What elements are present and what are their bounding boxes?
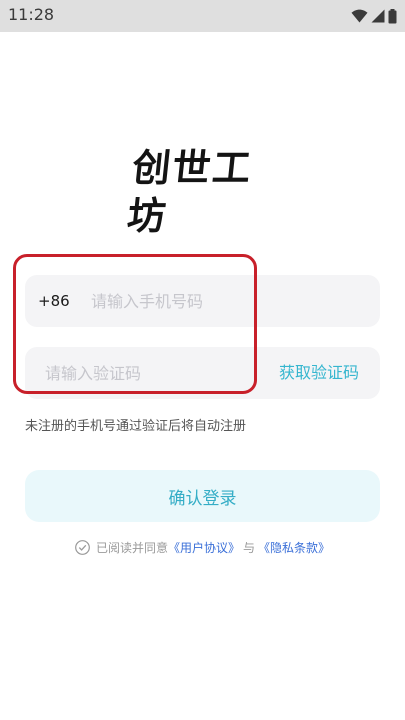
agreement-prefix: 已阅读并同意 [95, 540, 168, 555]
privacy-policy-link[interactable]: 《隐私条款》 [258, 539, 330, 556]
status-icons [351, 8, 397, 24]
agreement-checkbox-icon[interactable] [75, 539, 90, 555]
status-time: 11:28 [8, 5, 55, 24]
get-code-button[interactable]: 获取验证码 [279, 347, 359, 399]
status-bar: 11:28 [0, 0, 405, 32]
phone-input[interactable] [91, 275, 361, 327]
logo-text: 创世工坊 [125, 146, 255, 238]
phone-field: +86 [25, 275, 380, 327]
country-code[interactable]: +86 [38, 275, 70, 327]
login-button-label: 确认登录 [168, 488, 237, 509]
cellular-signal-icon [371, 9, 385, 23]
agreement-separator: 与 [243, 540, 256, 555]
verification-code-input[interactable] [45, 347, 255, 399]
login-button[interactable]: 确认登录 [25, 470, 380, 522]
battery-icon [388, 8, 397, 24]
auto-register-hint: 未注册的手机号通过验证后将自动注册 [25, 419, 247, 434]
agreement-row: 已阅读并同意 《用户协议》 与 《隐私条款》 [0, 537, 405, 557]
verification-field: 获取验证码 [25, 347, 380, 399]
login-screen: 11:28 创世工坊 +86 请输入手机号码 请输入验证码 获取验证码 未注册的… [0, 0, 405, 720]
wifi-icon [351, 9, 368, 23]
user-agreement-link[interactable]: 《用户协议》 [168, 539, 240, 556]
app-logo: 创世工坊 [125, 146, 275, 238]
